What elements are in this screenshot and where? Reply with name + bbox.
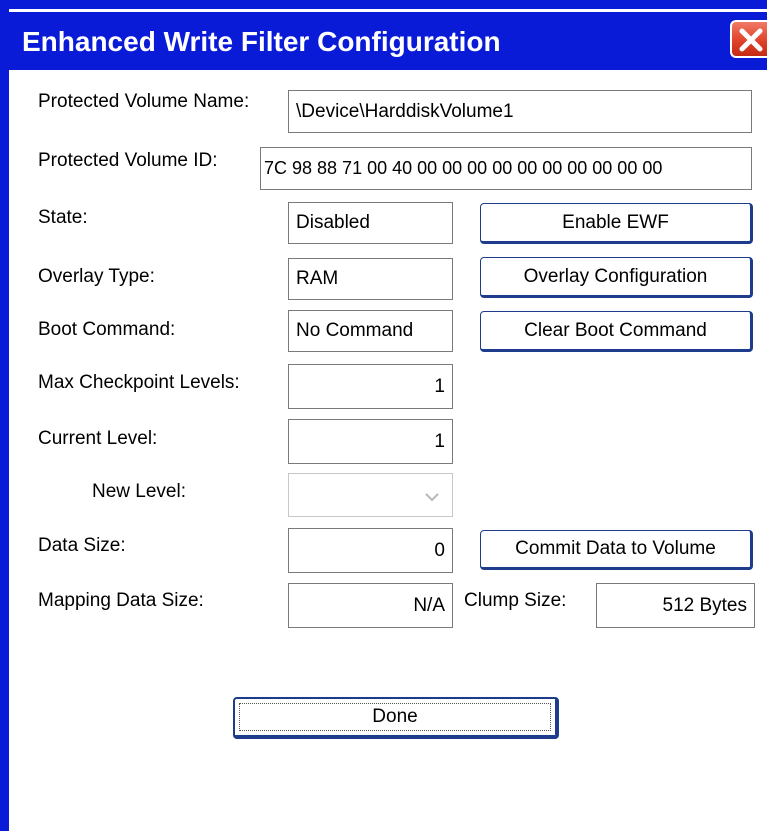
chevron-down-icon	[424, 488, 440, 507]
title-bar-highlight	[9, 9, 767, 12]
overlay-configuration-button[interactable]: Overlay Configuration	[480, 257, 753, 298]
mapping-data-size-field: N/A	[288, 583, 453, 628]
overlay-type-label: Overlay Type:	[38, 266, 155, 287]
enable-ewf-button[interactable]: Enable EWF	[480, 203, 753, 244]
boot-command-field: No Command	[288, 310, 453, 352]
max-checkpoint-levels-label: Max Checkpoint Levels:	[38, 372, 240, 393]
overlay-type-field: RAM	[288, 258, 453, 300]
state-field: Disabled	[288, 202, 453, 244]
protected-volume-id-label: Protected Volume ID:	[38, 150, 218, 171]
window-frame-left	[0, 70, 9, 831]
max-checkpoint-levels-field: 1	[288, 364, 453, 409]
commit-data-to-volume-button[interactable]: Commit Data to Volume	[480, 530, 753, 570]
clump-size-label: Clump Size:	[464, 590, 567, 611]
title-bar[interactable]: Enhanced Write Filter Configuration	[0, 0, 767, 70]
protected-volume-name-label: Protected Volume Name:	[38, 91, 250, 112]
ewf-config-dialog: Enhanced Write Filter Configuration Prot…	[0, 0, 767, 831]
new-level-label: New Level:	[92, 481, 186, 502]
done-button-label: Done	[372, 706, 418, 727]
mapping-data-size-label: Mapping Data Size:	[38, 590, 204, 611]
protected-volume-id-field: 7C 98 88 71 00 40 00 00 00 00 00 00 00 0…	[260, 147, 752, 190]
protected-volume-name-field: \Device\HarddiskVolume1	[288, 90, 752, 133]
data-size-label: Data Size:	[38, 535, 126, 556]
boot-command-label: Boot Command:	[38, 319, 176, 340]
window-title: Enhanced Write Filter Configuration	[22, 26, 501, 57]
clump-size-field: 512 Bytes	[596, 583, 755, 628]
close-button[interactable]	[730, 20, 767, 58]
current-level-field: 1	[288, 419, 453, 464]
done-button[interactable]: Done	[233, 697, 559, 739]
close-icon	[739, 28, 763, 52]
clear-boot-command-button[interactable]: Clear Boot Command	[480, 311, 753, 352]
window-frame-left-inner	[9, 70, 11, 761]
current-level-label: Current Level:	[38, 428, 158, 449]
data-size-field: 0	[288, 528, 453, 573]
state-label: State:	[38, 207, 88, 228]
